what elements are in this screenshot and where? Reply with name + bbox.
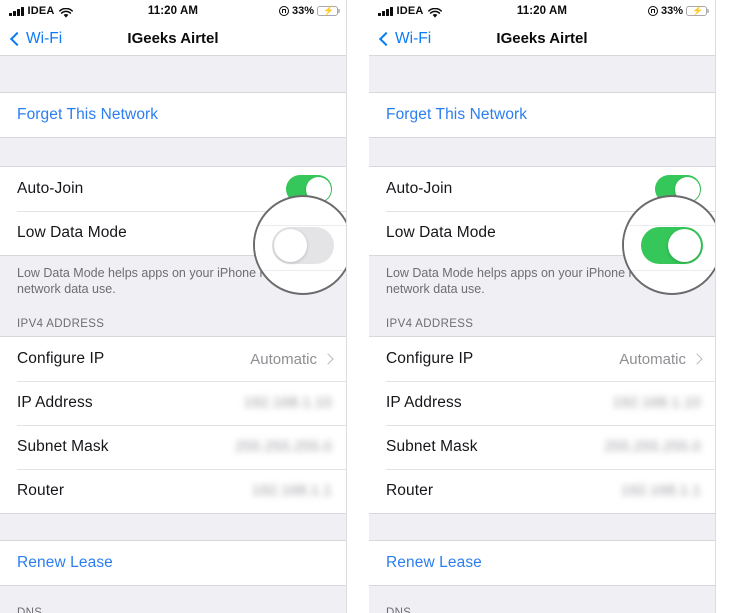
router-label: Router (17, 482, 65, 499)
row-subnet-mask: Subnet Mask 255.255.255.0 (0, 425, 346, 469)
chevron-right-icon (691, 353, 703, 365)
carrier-label: IDEA (396, 5, 424, 17)
subnet-mask-label: Subnet Mask (386, 438, 478, 455)
back-button[interactable]: Wi-Fi (9, 29, 63, 48)
forget-network-label: Forget This Network (17, 106, 159, 123)
subnet-mask-value: 255.255.255.0 (235, 439, 332, 455)
signal-bars-icon (9, 6, 24, 16)
row-configure-ip[interactable]: Configure IP Automatic (369, 337, 715, 381)
status-bar-left: IDEA 11:20 AM 33% ⚡ (0, 0, 346, 22)
row-renew-lease[interactable]: Renew Lease (369, 541, 715, 585)
row-ip-address: IP Address 192.168.1.10 (369, 381, 715, 425)
back-button-label: Wi-Fi (395, 29, 432, 47)
dns-section-header: DNS (369, 586, 715, 613)
dns-section-header: DNS (0, 586, 346, 613)
configure-ip-value: Automatic (619, 350, 686, 368)
back-button[interactable]: Wi-Fi (378, 29, 432, 48)
configure-ip-value-group: Automatic (250, 350, 334, 368)
gap-before-renew (369, 514, 715, 540)
screenshot-stage: IDEA 11:20 AM 33% ⚡ Wi-Fi IGeeks Airtel … (0, 0, 730, 613)
ip-address-value: 192.168.1.10 (612, 395, 701, 411)
forget-network-label: Forget This Network (386, 106, 528, 123)
battery-charging-icon: ⚡ (686, 5, 707, 17)
ipv4-section-header: IPV4 ADDRESS (0, 297, 346, 336)
row-configure-ip[interactable]: Configure IP Automatic (0, 337, 346, 381)
wifi-icon (58, 6, 73, 18)
router-value: 192.168.1.1 (621, 483, 701, 499)
status-bar-left-group: IDEA (378, 5, 442, 18)
renew-lease-group: Renew Lease (369, 540, 715, 586)
ip-address-value: 192.168.1.10 (243, 395, 332, 411)
router-label: Router (386, 482, 434, 499)
row-forget-network[interactable]: Forget This Network (369, 93, 715, 137)
configure-ip-value: Automatic (250, 350, 317, 368)
row-router: Router 192.168.1.1 (0, 469, 346, 513)
ipv4-section-header: IPV4 ADDRESS (369, 297, 715, 336)
configure-ip-label: Configure IP (17, 350, 105, 367)
renew-lease-label: Renew Lease (17, 554, 113, 571)
magnifier-callout-left (253, 195, 346, 295)
subnet-mask-label: Subnet Mask (17, 438, 109, 455)
lock-icon (278, 6, 289, 16)
battery-percent-label: 33% (291, 5, 314, 17)
toggle-knob (274, 228, 307, 262)
low-data-mode-label: Low Data Mode (386, 224, 496, 241)
forget-network-group: Forget This Network (369, 92, 715, 138)
lock-icon (647, 6, 658, 16)
magnified-low-data-mode-toggle-off[interactable] (272, 226, 334, 264)
status-bar-left-group: IDEA (9, 5, 73, 18)
ipv4-group: Configure IP Automatic IP Address 192.16… (0, 336, 346, 514)
battery-percent-label: 33% (660, 5, 683, 17)
row-subnet-mask: Subnet Mask 255.255.255.0 (369, 425, 715, 469)
gap-after-forget (369, 138, 715, 166)
signal-bars-icon (378, 6, 393, 16)
configure-ip-label: Configure IP (386, 350, 474, 367)
row-renew-lease[interactable]: Renew Lease (0, 541, 346, 585)
toggle-knob (668, 228, 701, 262)
ipv4-group: Configure IP Automatic IP Address 192.16… (369, 336, 715, 514)
nav-bar-left: Wi-Fi IGeeks Airtel (0, 22, 346, 56)
magnifier-callout-right (622, 195, 715, 295)
renew-lease-label: Renew Lease (386, 554, 482, 571)
row-forget-network[interactable]: Forget This Network (0, 93, 346, 137)
list-top-gap (0, 56, 346, 92)
configure-ip-value-group: Automatic (619, 350, 703, 368)
gap-before-renew (0, 514, 346, 540)
phone-screen-left: IDEA 11:20 AM 33% ⚡ Wi-Fi IGeeks Airtel … (0, 0, 347, 613)
nav-bar-right: Wi-Fi IGeeks Airtel (369, 22, 715, 56)
ip-address-label: IP Address (17, 394, 93, 411)
row-router: Router 192.168.1.1 (369, 469, 715, 513)
low-data-mode-label: Low Data Mode (17, 224, 127, 241)
auto-join-label: Auto-Join (17, 180, 84, 197)
battery-charging-icon: ⚡ (317, 5, 338, 17)
forget-network-group: Forget This Network (0, 92, 346, 138)
phone-screen-right: IDEA 11:20 AM 33% ⚡ Wi-Fi IGeeks Airtel … (369, 0, 716, 613)
status-bar-right-group: 33% ⚡ (278, 5, 338, 17)
subnet-mask-value: 255.255.255.0 (604, 439, 701, 455)
ip-address-label: IP Address (386, 394, 462, 411)
list-top-gap (369, 56, 715, 92)
gap-after-forget (0, 138, 346, 166)
renew-lease-group: Renew Lease (0, 540, 346, 586)
settings-list-right: Forget This Network Auto-Join Low Data M… (369, 56, 715, 613)
carrier-label: IDEA (27, 5, 55, 17)
chevron-left-icon (9, 31, 25, 46)
row-ip-address: IP Address 192.168.1.10 (0, 381, 346, 425)
magnified-low-data-mode-toggle-on[interactable] (641, 226, 703, 264)
router-value: 192.168.1.1 (252, 483, 332, 499)
settings-list-left: Forget This Network Auto-Join Low Data M… (0, 56, 346, 613)
status-bar-right: IDEA 11:20 AM 33% ⚡ (369, 0, 715, 22)
chevron-right-icon (322, 353, 334, 365)
back-button-label: Wi-Fi (26, 29, 63, 47)
auto-join-label: Auto-Join (386, 180, 453, 197)
chevron-left-icon (378, 31, 394, 46)
wifi-icon (427, 6, 442, 18)
status-bar-right-group: 33% ⚡ (647, 5, 707, 17)
